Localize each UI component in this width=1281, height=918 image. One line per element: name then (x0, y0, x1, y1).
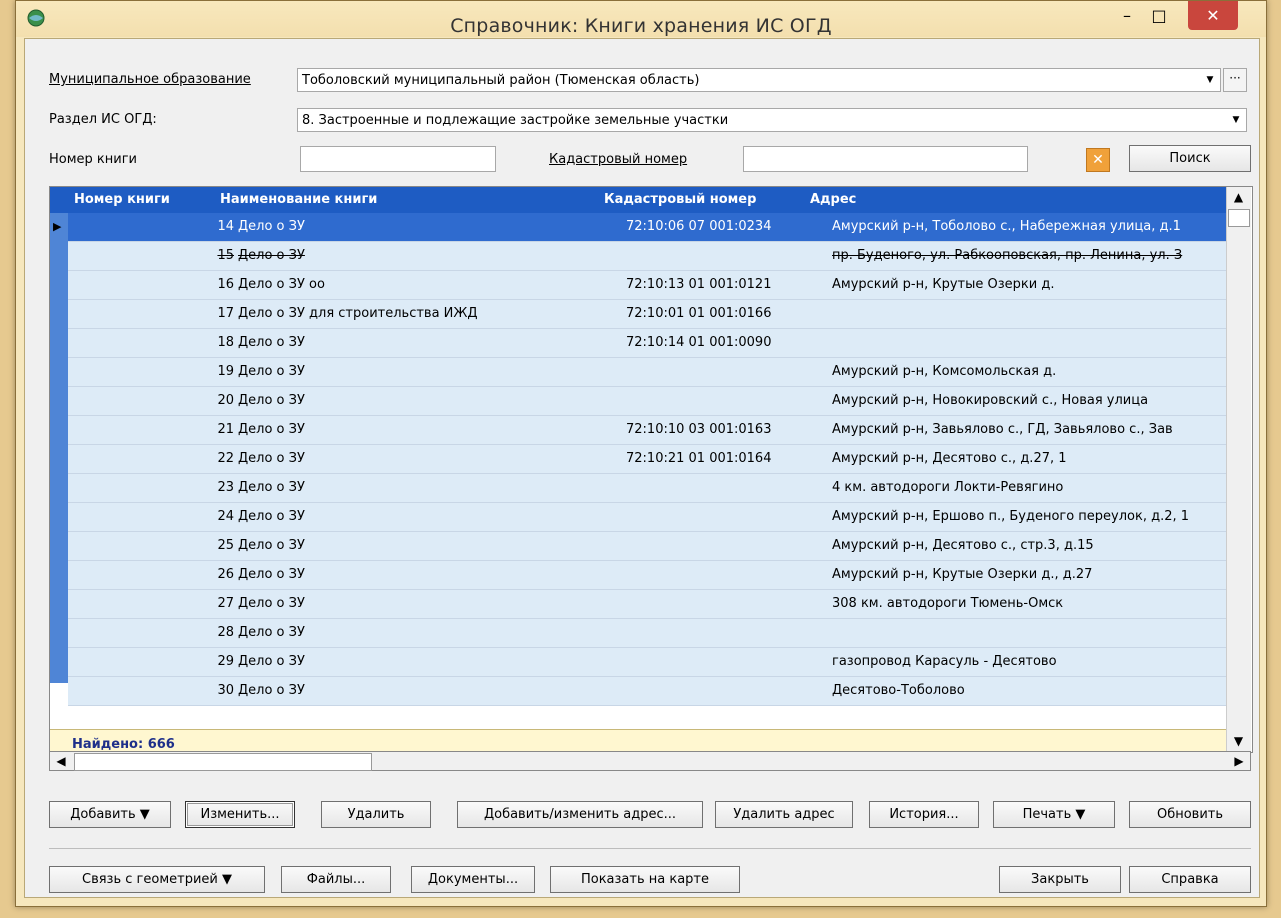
table-row[interactable]: 22 Дело о ЗУ 72:10:21 01 001:0164 Амурский … (68, 445, 1226, 474)
chevron-down-icon[interactable]: ▼ (1226, 109, 1246, 131)
add-edit-address-button[interactable]: Добавить/изменить адрес... (457, 801, 703, 828)
table-row[interactable]: 25 Дело о ЗУ Амурский р-н, Десятово с., ст… (68, 532, 1226, 561)
delete-button[interactable]: Удалить (321, 801, 431, 828)
column-header-cadastral[interactable]: Кадастровый номер (604, 192, 756, 207)
municipality-value: Тоболовский муниципальный район (Тюменск… (302, 73, 700, 88)
close-button[interactable]: Закрыть (999, 866, 1121, 893)
found-count-bar: Найдено: 666 (50, 729, 1226, 752)
table-row[interactable]: 30 Дело о ЗУ Десятово-Тоболово (68, 677, 1226, 706)
municipality-select[interactable]: Тоболовский муниципальный район (Тюменск… (297, 68, 1221, 92)
add-button[interactable]: Добавить ▼ (49, 801, 171, 828)
scroll-left-icon[interactable]: ◀ (52, 751, 70, 771)
maximize-button[interactable]: □ (1142, 1, 1176, 30)
book-number-input[interactable] (300, 146, 496, 172)
main-window: Справочник: Книги хранения ИС ОГД – □ ✕ … (15, 0, 1267, 907)
minimize-button[interactable]: – (1112, 1, 1142, 30)
table-row[interactable]: 15 Дело о ЗУ пр. Буденого, ул. Рабкооповск… (68, 242, 1226, 271)
help-button[interactable]: Справка (1129, 866, 1251, 893)
table-row[interactable]: 16 Дело о ЗУ оо 72:10:13 01 001:0121 Амурск… (68, 271, 1226, 300)
refresh-button[interactable]: Обновить (1129, 801, 1251, 828)
delete-address-button[interactable]: Удалить адрес (715, 801, 853, 828)
table-row[interactable]: 20 Дело о ЗУ Амурский р-н, Новокировский с… (68, 387, 1226, 416)
row-indicator-column (50, 213, 68, 683)
municipality-label: Муниципальное образование (49, 72, 251, 87)
table-row[interactable]: 26 Дело о ЗУ Амурский р-н, Крутые Озерки д… (68, 561, 1226, 590)
scroll-right-icon[interactable]: ▶ (1230, 751, 1248, 771)
table-row[interactable]: 27 Дело о ЗУ 308 км. автодороги Тюмень-Омс… (68, 590, 1226, 619)
found-count: Найдено: 666 (72, 737, 175, 752)
section-label: Раздел ИС ОГД: (49, 112, 157, 127)
table-row[interactable]: 23 Дело о ЗУ 4 км. автодороги Локти-Ревяги… (68, 474, 1226, 503)
clear-icon[interactable]: ✕ (1086, 148, 1110, 172)
table-row[interactable]: 19 Дело о ЗУ Амурский р-н, Комсомольская д… (68, 358, 1226, 387)
table-body: 14 Дело о ЗУ 72:10:06 07 001:0234 Амурский … (68, 213, 1226, 706)
divider (49, 848, 1251, 849)
column-header-book-name[interactable]: Наименование книги (220, 192, 377, 207)
column-header-address[interactable]: Адрес (810, 192, 856, 207)
print-button[interactable]: Печать ▼ (993, 801, 1115, 828)
row-pointer-icon: ▶ (53, 220, 62, 233)
vertical-scrollbar[interactable]: ▲ ▼ (1226, 187, 1251, 752)
cadastral-label: Кадастровый номер (549, 152, 688, 167)
scroll-thumb[interactable] (1228, 209, 1250, 227)
history-button[interactable]: История... (869, 801, 979, 828)
section-select[interactable]: 8. Застроенные и подлежащие застройке зе… (297, 108, 1247, 132)
show-on-map-button[interactable]: Показать на карте (550, 866, 740, 893)
table-row[interactable]: 18 Дело о ЗУ 72:10:14 01 001:0090 (68, 329, 1226, 358)
edit-button[interactable]: Изменить... (185, 801, 295, 828)
geometry-link-button[interactable]: Связь с геометрией ▼ (49, 866, 265, 893)
section-value: 8. Застроенные и подлежащие застройке зе… (302, 113, 729, 128)
table-row[interactable]: 14 Дело о ЗУ 72:10:06 07 001:0234 Амурский … (68, 213, 1226, 242)
client-area: Муниципальное образование Тоболовский му… (24, 38, 1260, 898)
scroll-up-icon[interactable]: ▲ (1227, 187, 1250, 207)
horizontal-scrollbar[interactable]: ◀ ▶ (49, 751, 1251, 771)
documents-button[interactable]: Документы... (411, 866, 535, 893)
chevron-down-icon[interactable]: ▼ (1200, 69, 1220, 91)
title-bar[interactable]: Справочник: Книги хранения ИС ОГД – □ ✕ (16, 1, 1266, 37)
table-row[interactable]: 17 Дело о ЗУ для строительства ИЖД 72:10:0… (68, 300, 1226, 329)
files-button[interactable]: Файлы... (281, 866, 391, 893)
horizontal-scroll-thumb[interactable] (74, 753, 372, 771)
cadastral-input[interactable] (743, 146, 1028, 172)
close-window-button[interactable]: ✕ (1188, 1, 1238, 30)
municipality-browse-button[interactable]: ··· (1223, 68, 1247, 92)
table-row[interactable]: 28 Дело о ЗУ (68, 619, 1226, 648)
scroll-down-icon[interactable]: ▼ (1227, 731, 1250, 751)
book-number-label: Номер книги (49, 152, 137, 167)
table-header: Номер книги Наименование книги Кадастров… (50, 187, 1226, 213)
column-header-book-number[interactable]: Номер книги (74, 192, 170, 207)
table-row[interactable]: 21 Дело о ЗУ 72:10:10 03 001:0163 Амурский … (68, 416, 1226, 445)
books-table[interactable]: Номер книги Наименование книги Кадастров… (49, 186, 1253, 753)
table-row[interactable]: 29 Дело о ЗУ газопровод Карасуль - Десятов… (68, 648, 1226, 677)
search-button[interactable]: Поиск (1129, 145, 1251, 172)
window-title: Справочник: Книги хранения ИС ОГД (450, 15, 832, 37)
table-row[interactable]: 24 Дело о ЗУ Амурский р-н, Ершово п., Буде… (68, 503, 1226, 532)
